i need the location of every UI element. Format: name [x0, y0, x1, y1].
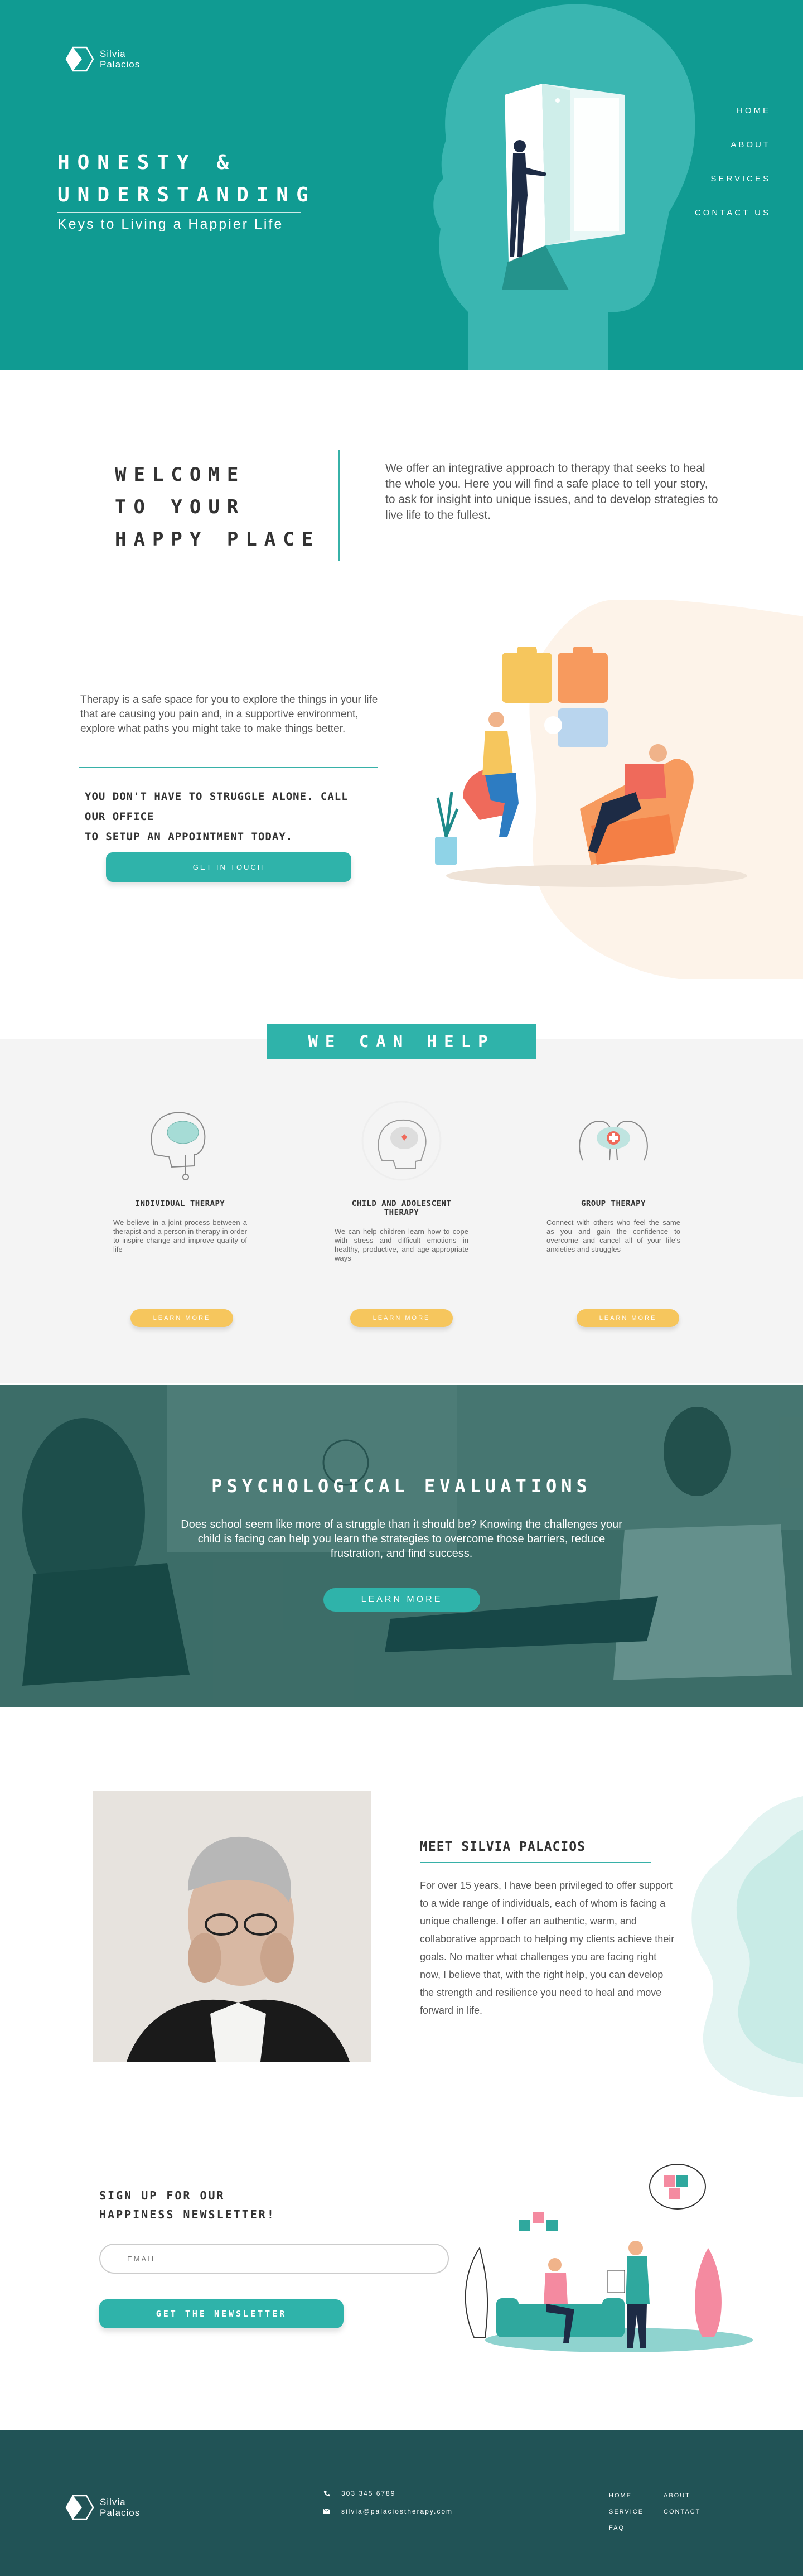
group-learn-more-button[interactable]: LEARN MORE — [577, 1309, 679, 1327]
email-address: silvia@palaciostherapy.com — [341, 2507, 453, 2515]
footer-link-about[interactable]: ABOUT — [664, 2492, 700, 2499]
email-row[interactable]: silvia@palaciostherapy.com — [323, 2507, 453, 2515]
group-head-icon — [579, 1120, 648, 1161]
consultation-illustration — [465, 2164, 753, 2352]
mail-icon — [323, 2509, 330, 2514]
page: Silvia Palacios HONESTY & UNDERSTANDING … — [0, 0, 803, 2576]
footer-links-col1: HOME SERVICE FAQ — [609, 2492, 644, 2531]
help-banner: WE CAN HELP — [267, 1024, 536, 1059]
phone-number: 303 345 6789 — [341, 2490, 396, 2497]
welcome-text: We offer an integrative approach to ther… — [385, 462, 718, 522]
hero-title: HONESTY & UNDERSTANDING — [57, 151, 316, 206]
service-card-group: GROUP THERAPY Connect with others who fe… — [546, 1099, 680, 1254]
footer-contact: 303 345 6789 silvia@palaciostherapy.com — [323, 2490, 453, 2525]
email-field[interactable] — [99, 2244, 449, 2274]
service-desc: We can help children learn how to cope w… — [335, 1227, 468, 1262]
nav-about[interactable]: ABOUT — [731, 140, 771, 149]
main-nav: HOME ABOUT SERVICES CONTACT US — [695, 106, 771, 218]
service-title: GROUP THERAPY — [581, 1199, 646, 1208]
meet-title: MEET SILVIA PALACIOS — [420, 1840, 586, 1854]
footer-brand-logo[interactable]: Silvia Palacios — [65, 2493, 140, 2521]
safe-space-text: Therapy is a safe space for you to explo… — [80, 694, 378, 735]
nav-home[interactable]: HOME — [737, 106, 771, 115]
nav-services[interactable]: SERVICES — [710, 174, 771, 184]
brain-icon — [151, 1112, 206, 1180]
portrait-image — [93, 1791, 371, 2062]
service-desc: Connect with others who feel the same as… — [546, 1218, 680, 1253]
psych-title: PSYCHOLOGICAL EVALUATIONS — [211, 1475, 592, 1497]
nav-contact[interactable]: CONTACT US — [695, 208, 771, 218]
service-card-individual: INDIVIDUAL THERAPY We believe in a joint… — [113, 1099, 247, 1254]
brand-name: Silvia Palacios — [100, 49, 141, 70]
hero-subtitle: Keys to Living a Happier Life — [57, 216, 284, 232]
door-head-illustration — [433, 4, 695, 370]
welcome-divider — [338, 450, 340, 561]
meet-divider — [420, 1862, 651, 1863]
phone-row[interactable]: 303 345 6789 — [323, 2490, 453, 2497]
service-title: CHILD AND ADOLESCENT THERAPY — [351, 1199, 452, 1217]
footer-links-col2: ABOUT CONTACT — [664, 2492, 700, 2515]
psych-learn-more-button[interactable]: LEARN MORE — [323, 1588, 480, 1612]
get-in-touch-button[interactable]: GET IN TOUCH — [106, 852, 351, 882]
child-learn-more-button[interactable]: LEARN MORE — [350, 1309, 453, 1327]
brand-name: Silvia Palacios — [100, 2497, 141, 2518]
silvia-portrait-photo — [93, 1791, 371, 2062]
footer-link-contact[interactable]: CONTACT — [664, 2509, 700, 2515]
brand-logo[interactable]: Silvia Palacios — [65, 45, 140, 73]
safe-cta: YOU DON'T HAVE TO STRUGGLE ALONE. CALL O… — [85, 790, 349, 843]
logo-mark-icon — [65, 2495, 94, 2520]
service-card-child: CHILD AND ADOLESCENT THERAPY We can help… — [335, 1099, 468, 1263]
psych-text: Does school seem like more of a struggle… — [181, 1518, 622, 1560]
individual-learn-more-button[interactable]: LEARN MORE — [130, 1309, 233, 1327]
safe-divider — [79, 767, 378, 768]
footer-link-service[interactable]: SERVICE — [609, 2509, 644, 2515]
footer-link-faq[interactable]: FAQ — [609, 2525, 644, 2531]
hero-divider — [57, 212, 301, 213]
welcome-title: WELCOME TO YOUR HAPPY PLACE — [115, 464, 321, 551]
newsletter-title: SIGN UP FOR OUR HAPPINESS NEWSLETTER! — [99, 2189, 275, 2221]
newsletter-button[interactable]: GET THE NEWSLETTER — [99, 2299, 344, 2328]
service-desc: We believe in a joint process between a … — [113, 1218, 247, 1253]
puzzle-illustration — [435, 647, 747, 887]
footer-link-home[interactable]: HOME — [609, 2492, 644, 2499]
hero-section: Silvia Palacios HONESTY & UNDERSTANDING … — [0, 0, 803, 370]
mint-blob — [691, 1796, 803, 2097]
child-head-icon — [361, 1101, 442, 1181]
service-title: INDIVIDUAL THERAPY — [135, 1199, 225, 1208]
logo-mark-icon — [65, 46, 94, 72]
phone-icon — [323, 2491, 330, 2497]
meet-text: For over 15 years, I have been privilege… — [420, 1880, 675, 2016]
